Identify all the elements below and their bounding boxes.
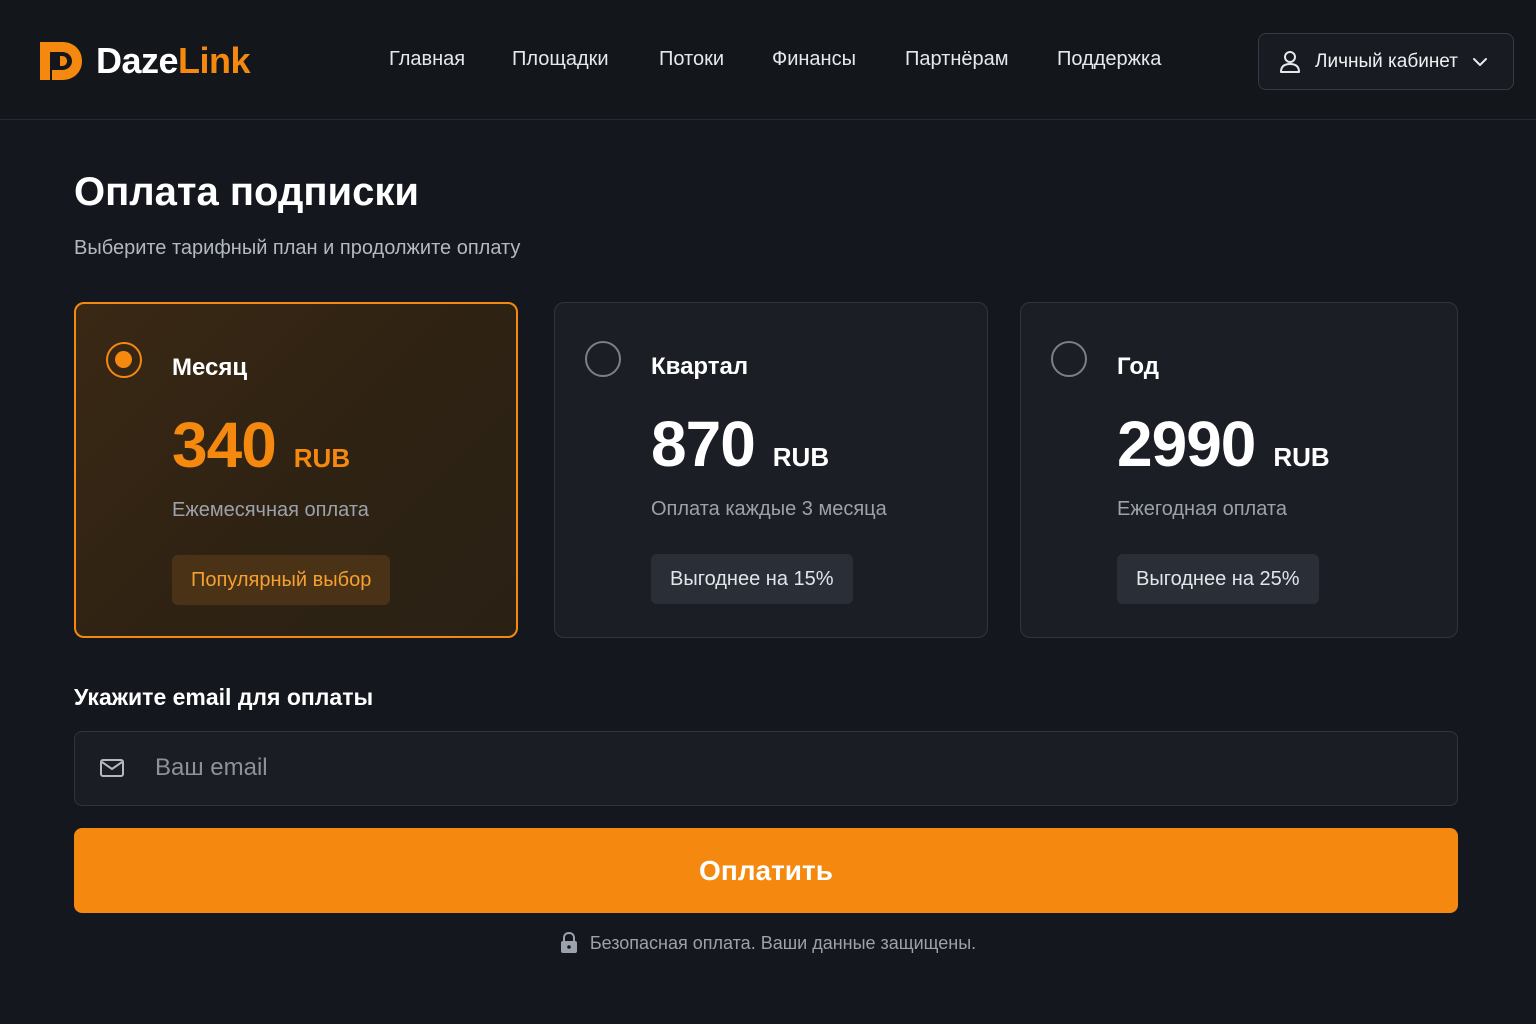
- nav-item-finance[interactable]: Финансы: [772, 48, 856, 71]
- mail-icon: [100, 759, 124, 777]
- plan-radio-month[interactable]: [106, 342, 142, 378]
- account-button[interactable]: Личный кабинет: [1258, 33, 1514, 90]
- plan-description: Оплата каждые 3 месяца: [651, 498, 887, 520]
- plan-price-value: 2990: [1117, 408, 1256, 480]
- plan-badge: Популярный выбор: [172, 555, 391, 605]
- plan-card-quarter[interactable]: Квартал 870 RUB Оплата каждые 3 месяца В…: [554, 302, 988, 638]
- secure-payment-note: Безопасная оплата. Ваши данные защищены.: [0, 932, 1536, 954]
- plan-price-currency: RUB: [293, 443, 351, 473]
- plan-radio-year[interactable]: [1051, 341, 1087, 377]
- plan-price-currency: RUB: [1273, 442, 1330, 472]
- plan-badge: Выгоднее на 15%: [651, 554, 853, 604]
- email-field[interactable]: [155, 732, 1435, 804]
- plan-price: 870 RUB: [651, 407, 829, 481]
- plan-price-currency: RUB: [772, 442, 830, 472]
- nav-item-platforms[interactable]: Площадки: [512, 48, 609, 71]
- secure-payment-text: Безопасная оплата. Ваши данные защищены.: [589, 932, 977, 953]
- plan-description: Ежемесячная оплата: [172, 499, 369, 521]
- pay-button[interactable]: Оплатить: [74, 828, 1458, 913]
- nav-item-support[interactable]: Поддержка: [1057, 48, 1161, 71]
- plan-name: Месяц: [172, 354, 248, 381]
- page-subtitle: Выберите тарифный план и продолжите опла…: [74, 237, 521, 259]
- plan-price: 2990 RUB: [1117, 407, 1330, 481]
- plan-radio-quarter[interactable]: [585, 341, 621, 377]
- nav-item-home[interactable]: Главная: [389, 48, 465, 71]
- plan-description: Ежегодная оплата: [1117, 498, 1287, 520]
- chevron-down-icon: [1472, 57, 1487, 66]
- email-field-container: [74, 731, 1458, 806]
- nav-item-partners[interactable]: Партнёрам: [905, 48, 1009, 71]
- plan-name: Квартал: [651, 353, 749, 380]
- plan-price-value: 870: [651, 408, 756, 480]
- page-title: Оплата подписки: [74, 170, 419, 214]
- user-icon: [1280, 50, 1300, 73]
- nav-item-streams[interactable]: Потоки: [659, 48, 724, 71]
- plan-price: 340 RUB: [172, 408, 350, 482]
- plan-name: Год: [1117, 353, 1159, 380]
- plan-price-value: 340: [172, 409, 277, 481]
- top-header: DazeLink Главная Площадки Потоки Финансы…: [0, 0, 1536, 120]
- plan-card-month[interactable]: Месяц 340 RUB Ежемесячная оплата Популяр…: [74, 302, 518, 638]
- plan-badge: Выгоднее на 25%: [1117, 554, 1319, 604]
- account-button-label: Личный кабинет: [1315, 50, 1458, 72]
- plan-card-year[interactable]: Год 2990 RUB Ежегодная оплата Выгоднее н…: [1020, 302, 1458, 638]
- email-label: Укажите email для оплаты: [74, 684, 374, 710]
- lock-icon: [560, 932, 577, 953]
